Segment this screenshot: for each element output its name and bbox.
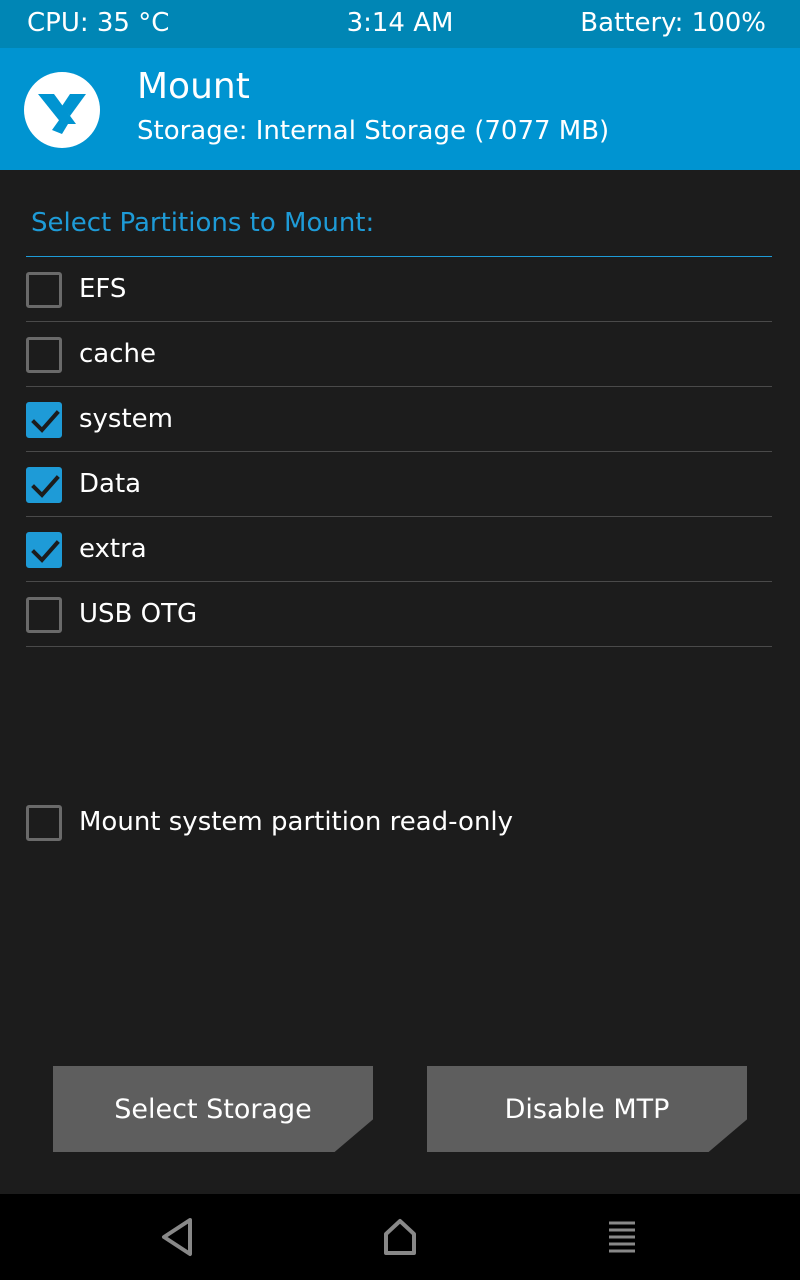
- checkmark-icon: [31, 540, 60, 563]
- partition-checkbox[interactable]: [26, 337, 62, 373]
- partition-label: EFS: [79, 274, 127, 304]
- partition-checkbox[interactable]: [26, 532, 62, 568]
- disable-mtp-button[interactable]: Disable MTP: [427, 1066, 747, 1152]
- status-cpu-temp: CPU: 35 °C: [27, 8, 170, 38]
- readonly-label: Mount system partition read-only: [79, 807, 514, 837]
- storage-subtitle: Storage: Internal Storage (7077 MB): [137, 116, 610, 146]
- partition-checkbox[interactable]: [26, 272, 62, 308]
- page-title: Mount: [137, 66, 250, 107]
- back-triangle-icon[interactable]: [158, 1214, 198, 1260]
- partition-checkbox[interactable]: [26, 597, 62, 633]
- partition-row-system[interactable]: system: [26, 387, 772, 452]
- partition-row-extra[interactable]: extra: [26, 517, 772, 582]
- select-storage-button[interactable]: Select Storage: [53, 1066, 373, 1152]
- menu-lines-icon[interactable]: [602, 1214, 642, 1260]
- partition-list: EFS cache system Data extra USB OTG: [26, 257, 772, 647]
- partition-checkbox[interactable]: [26, 467, 62, 503]
- page-header: Mount Storage: Internal Storage (7077 MB…: [0, 48, 800, 170]
- partition-row-usb-otg[interactable]: USB OTG: [26, 582, 772, 647]
- navigation-bar: [0, 1194, 800, 1280]
- status-bar: 3:14 AM CPU: 35 °C Battery: 100%: [0, 0, 800, 48]
- partition-label: cache: [79, 339, 156, 369]
- partition-label: system: [79, 404, 173, 434]
- readonly-checkbox[interactable]: [26, 805, 62, 841]
- partition-checkbox[interactable]: [26, 402, 62, 438]
- partition-row-data[interactable]: Data: [26, 452, 772, 517]
- partition-row-efs[interactable]: EFS: [26, 257, 772, 322]
- section-title: Select Partitions to Mount:: [31, 208, 375, 238]
- checkmark-icon: [31, 475, 60, 498]
- partition-label: USB OTG: [79, 599, 198, 629]
- twrp-logo-icon: [24, 72, 100, 148]
- home-icon[interactable]: [380, 1214, 420, 1260]
- partition-row-cache[interactable]: cache: [26, 322, 772, 387]
- status-battery: Battery: 100%: [580, 8, 766, 38]
- partition-label: extra: [79, 534, 147, 564]
- readonly-option-row[interactable]: Mount system partition read-only: [26, 790, 772, 854]
- checkmark-icon: [31, 410, 60, 433]
- partition-label: Data: [79, 469, 142, 499]
